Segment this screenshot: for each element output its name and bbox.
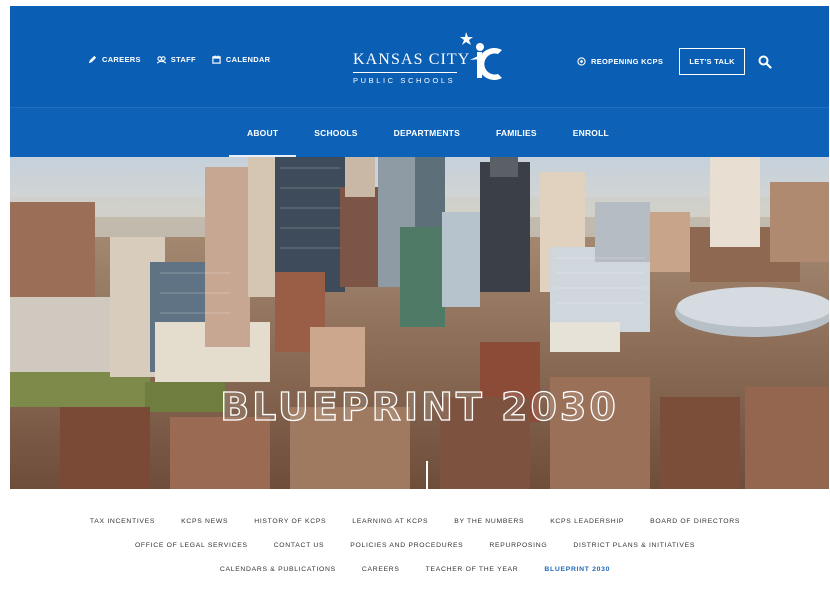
calendar-icon	[212, 55, 221, 64]
sub-nav-row-2: OFFICE OF LEGAL SERVICES CONTACT US POLI…	[0, 533, 830, 557]
main-nav-families[interactable]: FAMILIES	[478, 108, 555, 158]
calendar-link[interactable]: CALENDAR	[212, 55, 270, 64]
kcps-logo[interactable]: KANSAS CITY PUBLIC SCHOOLS	[350, 28, 510, 92]
main-nav-list: ABOUT SCHOOLS DEPARTMENTS FAMILIES ENROL…	[229, 108, 627, 158]
subnav-office-of-legal-services[interactable]: OFFICE OF LEGAL SERVICES	[122, 542, 261, 549]
hero-title: BLUEPRINT 2030	[220, 384, 619, 429]
subnav-board-of-directors[interactable]: BOARD OF DIRECTORS	[637, 518, 753, 525]
subnav-repurposing[interactable]: REPURPOSING	[476, 542, 560, 549]
utility-nav-left: CAREERS STAFF CALENDAR	[88, 55, 270, 64]
utility-nav-right: REOPENING KCPS LET'S TALK	[577, 48, 772, 75]
reopening-kcps-label: REOPENING KCPS	[591, 57, 664, 66]
sub-nav-row-1: TAX INCENTIVES KCPS NEWS HISTORY OF KCPS…	[0, 509, 830, 533]
main-nav-departments[interactable]: DEPARTMENTS	[376, 108, 478, 158]
subnav-blueprint-2030[interactable]: BLUEPRINT 2030	[531, 566, 623, 573]
hero-banner: BLUEPRINT 2030	[10, 157, 829, 489]
subnav-careers[interactable]: CAREERS	[349, 566, 413, 573]
kc-logo-mark-icon	[460, 32, 502, 80]
site-wrapper: CAREERS STAFF CALENDAR KANSAS CITY PUBLI…	[10, 6, 829, 489]
sub-nav: TAX INCENTIVES KCPS NEWS HISTORY OF KCPS…	[0, 509, 830, 581]
city-skyline-image	[10, 157, 829, 489]
main-nav: ABOUT SCHOOLS DEPARTMENTS FAMILIES ENROL…	[10, 107, 829, 158]
subnav-kcps-leadership[interactable]: KCPS LEADERSHIP	[537, 518, 637, 525]
lets-talk-button[interactable]: LET'S TALK	[679, 48, 746, 75]
logo-subtitle: PUBLIC SCHOOLS	[353, 76, 456, 85]
subnav-policies-and-procedures[interactable]: POLICIES AND PROCEDURES	[337, 542, 476, 549]
main-nav-schools[interactable]: SCHOOLS	[296, 108, 375, 158]
pencil-icon	[88, 55, 97, 64]
main-nav-enroll[interactable]: ENROLL	[555, 108, 627, 158]
reopening-kcps-link[interactable]: REOPENING KCPS	[577, 57, 663, 66]
hero-scroll-indicator	[426, 461, 428, 489]
subnav-contact-us[interactable]: CONTACT US	[261, 542, 338, 549]
header-bar: CAREERS STAFF CALENDAR KANSAS CITY PUBLI…	[10, 6, 829, 107]
subnav-kcps-news[interactable]: KCPS NEWS	[168, 518, 241, 525]
sub-nav-row-3: CALENDARS & PUBLICATIONS CAREERS TEACHER…	[0, 557, 830, 581]
subnav-district-plans-initiatives[interactable]: DISTRICT PLANS & INITIATIVES	[560, 542, 708, 549]
subnav-history-of-kcps[interactable]: HISTORY OF KCPS	[241, 518, 339, 525]
staff-icon	[156, 56, 166, 64]
subnav-by-the-numbers[interactable]: BY THE NUMBERS	[441, 518, 537, 525]
subnav-calendars-publications[interactable]: CALENDARS & PUBLICATIONS	[207, 566, 349, 573]
subnav-tax-incentives[interactable]: TAX INCENTIVES	[77, 518, 168, 525]
subnav-learning-at-kcps[interactable]: LEARNING AT KCPS	[339, 518, 441, 525]
reopening-icon	[577, 57, 586, 66]
subnav-teacher-of-the-year[interactable]: TEACHER OF THE YEAR	[413, 566, 532, 573]
staff-link-label: STAFF	[170, 55, 196, 64]
calendar-link-label: CALENDAR	[225, 55, 271, 64]
main-nav-about[interactable]: ABOUT	[229, 108, 297, 158]
search-icon[interactable]	[758, 55, 772, 69]
careers-link-label: CAREERS	[102, 55, 141, 64]
logo-rule	[353, 72, 457, 73]
staff-link[interactable]: STAFF	[156, 55, 196, 64]
careers-link[interactable]: CAREERS	[88, 55, 141, 64]
logo-title: KANSAS CITY	[353, 51, 471, 68]
